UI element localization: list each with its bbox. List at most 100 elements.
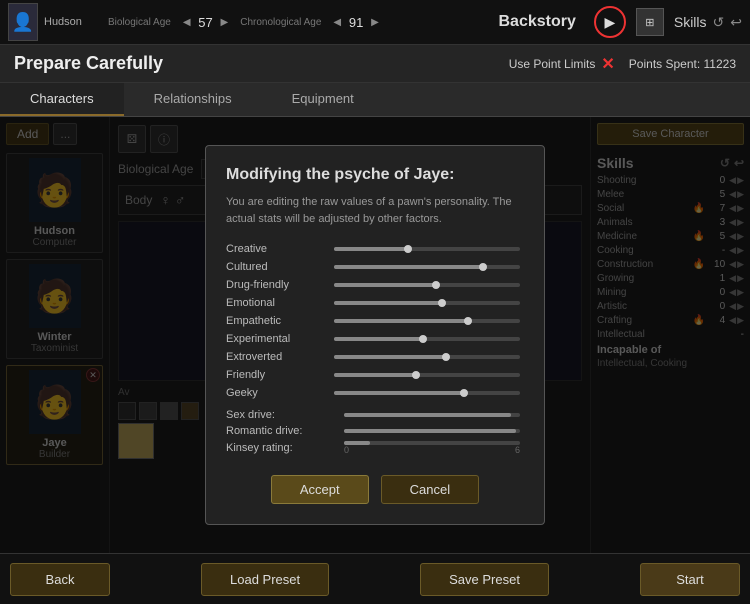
top-bar-character: 👤 Hudson	[8, 3, 98, 41]
romantic-drive-row: Romantic drive:	[226, 425, 520, 437]
sex-drive-row: Sex drive:	[226, 409, 520, 421]
drive-section: Sex drive: Romantic drive:	[226, 409, 520, 455]
trait-rows-container: Creative Cultured Drug-friendly Emotiona…	[226, 243, 520, 399]
trait-slider-track[interactable]	[334, 247, 520, 251]
title-bar: Prepare Carefully Use Point Limits ✕ Poi…	[0, 45, 750, 83]
trait-slider-fill	[334, 301, 442, 305]
trait-name: Drug-friendly	[226, 279, 326, 291]
bio-age-increment[interactable]: ▶	[221, 17, 229, 28]
chron-age-value: 91	[345, 15, 367, 30]
trait-slider-thumb	[464, 317, 472, 325]
tab-equipment[interactable]: Equipment	[262, 83, 384, 116]
trait-name: Extroverted	[226, 351, 326, 363]
trait-slider-track[interactable]	[334, 265, 520, 269]
sex-drive-track[interactable]	[344, 413, 520, 417]
trait-name: Emotional	[226, 297, 326, 309]
kinsey-labels: 0 6	[344, 445, 520, 455]
modal-overlay: Modifying the psyche of Jaye: You are ed…	[0, 117, 750, 553]
cancel-button[interactable]: Cancel	[381, 475, 479, 504]
skills-section: Skills ↺ ↩	[674, 14, 742, 31]
trait-row-cultured: Cultured	[226, 261, 520, 273]
chron-age-decrement[interactable]: ◀	[333, 17, 341, 28]
modal-title: Modifying the psyche of Jaye:	[226, 166, 524, 184]
backstory-button[interactable]: Backstory	[490, 13, 583, 31]
trait-row-friendly: Friendly	[226, 369, 520, 381]
use-point-limits-label: Use Point Limits	[509, 57, 596, 71]
modal-description: You are editing the raw values of a pawn…	[226, 194, 524, 227]
trait-name: Empathetic	[226, 315, 326, 327]
trait-slider-fill	[334, 265, 483, 269]
chron-age-label: Chronological Age	[240, 17, 321, 28]
top-bar: 👤 Hudson Biological Age ◀ 57 ▶ Chronolog…	[0, 0, 750, 45]
points-spent: Points Spent: 11223	[629, 57, 736, 71]
bio-age-decrement[interactable]: ◀	[183, 17, 191, 28]
trait-slider-fill	[334, 283, 436, 287]
trait-name: Geeky	[226, 387, 326, 399]
tabs: Characters Relationships Equipment	[0, 83, 750, 117]
trait-row-geeky: Geeky	[226, 387, 520, 399]
trait-slider-fill	[334, 337, 423, 341]
bio-age-control[interactable]: ◀ 57 ▶	[183, 15, 228, 30]
trait-slider-track[interactable]	[334, 301, 520, 305]
modal-actions: Accept Cancel	[226, 475, 524, 504]
trait-slider-thumb	[479, 263, 487, 271]
modal-scroll-area[interactable]: Creative Cultured Drug-friendly Emotiona…	[226, 243, 524, 459]
chron-age-increment[interactable]: ▶	[371, 17, 379, 28]
kinsey-max-label: 6	[515, 445, 520, 455]
sex-drive-fill	[344, 413, 511, 417]
kinsey-row: Kinsey rating: 0 6	[226, 441, 520, 455]
trait-slider-track[interactable]	[334, 283, 520, 287]
trait-slider-fill	[334, 247, 408, 251]
psyche-modal: Modifying the psyche of Jaye: You are ed…	[205, 145, 545, 525]
sex-drive-label: Sex drive:	[226, 409, 336, 421]
kinsey-track[interactable]	[344, 441, 520, 445]
play-button[interactable]: ▶	[594, 6, 626, 38]
grid-icon-btn[interactable]: ⊞	[636, 8, 664, 36]
kinsey-control: 0 6	[344, 441, 520, 455]
skills-reset-icon[interactable]: ↺	[713, 14, 725, 31]
trait-slider-track[interactable]	[334, 391, 520, 395]
back-button[interactable]: Back	[10, 563, 110, 596]
trait-row-emotional: Emotional	[226, 297, 520, 309]
chron-age-control[interactable]: ◀ 91 ▶	[333, 15, 378, 30]
main-area: Prepare Carefully Use Point Limits ✕ Poi…	[0, 45, 750, 553]
trait-slider-thumb	[412, 371, 420, 379]
trait-row-experimental: Experimental	[226, 333, 520, 345]
page-title: Prepare Carefully	[14, 53, 163, 74]
use-point-limits-control[interactable]: Use Point Limits ✕	[509, 54, 615, 74]
content-area: Add ... 🧑 Hudson Computer 🧑 Winter Taxom…	[0, 117, 750, 553]
trait-slider-track[interactable]	[334, 319, 520, 323]
skills-label: Skills	[674, 14, 707, 30]
trait-slider-fill	[334, 355, 446, 359]
tab-relationships[interactable]: Relationships	[124, 83, 262, 116]
trait-slider-thumb	[419, 335, 427, 343]
romantic-drive-label: Romantic drive:	[226, 425, 336, 437]
trait-name: Creative	[226, 243, 326, 255]
kinsey-fill	[344, 441, 370, 445]
save-preset-button[interactable]: Save Preset	[420, 563, 549, 596]
trait-slider-fill	[334, 319, 468, 323]
start-button[interactable]: Start	[640, 563, 740, 596]
trait-name: Experimental	[226, 333, 326, 345]
trait-slider-track[interactable]	[334, 355, 520, 359]
trait-name: Cultured	[226, 261, 326, 273]
bio-age-label: Biological Age	[108, 17, 171, 28]
romantic-drive-track[interactable]	[344, 429, 520, 433]
trait-slider-track[interactable]	[334, 373, 520, 377]
tab-characters[interactable]: Characters	[0, 83, 124, 116]
romantic-drive-fill	[344, 429, 516, 433]
trait-slider-thumb	[438, 299, 446, 307]
kinsey-label: Kinsey rating:	[226, 442, 336, 454]
trait-row-empathetic: Empathetic	[226, 315, 520, 327]
load-preset-button[interactable]: Load Preset	[201, 563, 329, 596]
bio-age-value: 57	[195, 15, 217, 30]
trait-slider-thumb	[404, 245, 412, 253]
age-section: Biological Age ◀ 57 ▶ Chronological Age …	[108, 15, 480, 30]
trait-row-extroverted: Extroverted	[226, 351, 520, 363]
use-point-limits-toggle[interactable]: ✕	[601, 54, 614, 74]
bottom-bar: Back Load Preset Save Preset Start	[0, 553, 750, 604]
accept-button[interactable]: Accept	[271, 475, 369, 504]
skills-undo-icon[interactable]: ↩	[730, 14, 742, 31]
trait-slider-track[interactable]	[334, 337, 520, 341]
trait-slider-fill	[334, 373, 416, 377]
